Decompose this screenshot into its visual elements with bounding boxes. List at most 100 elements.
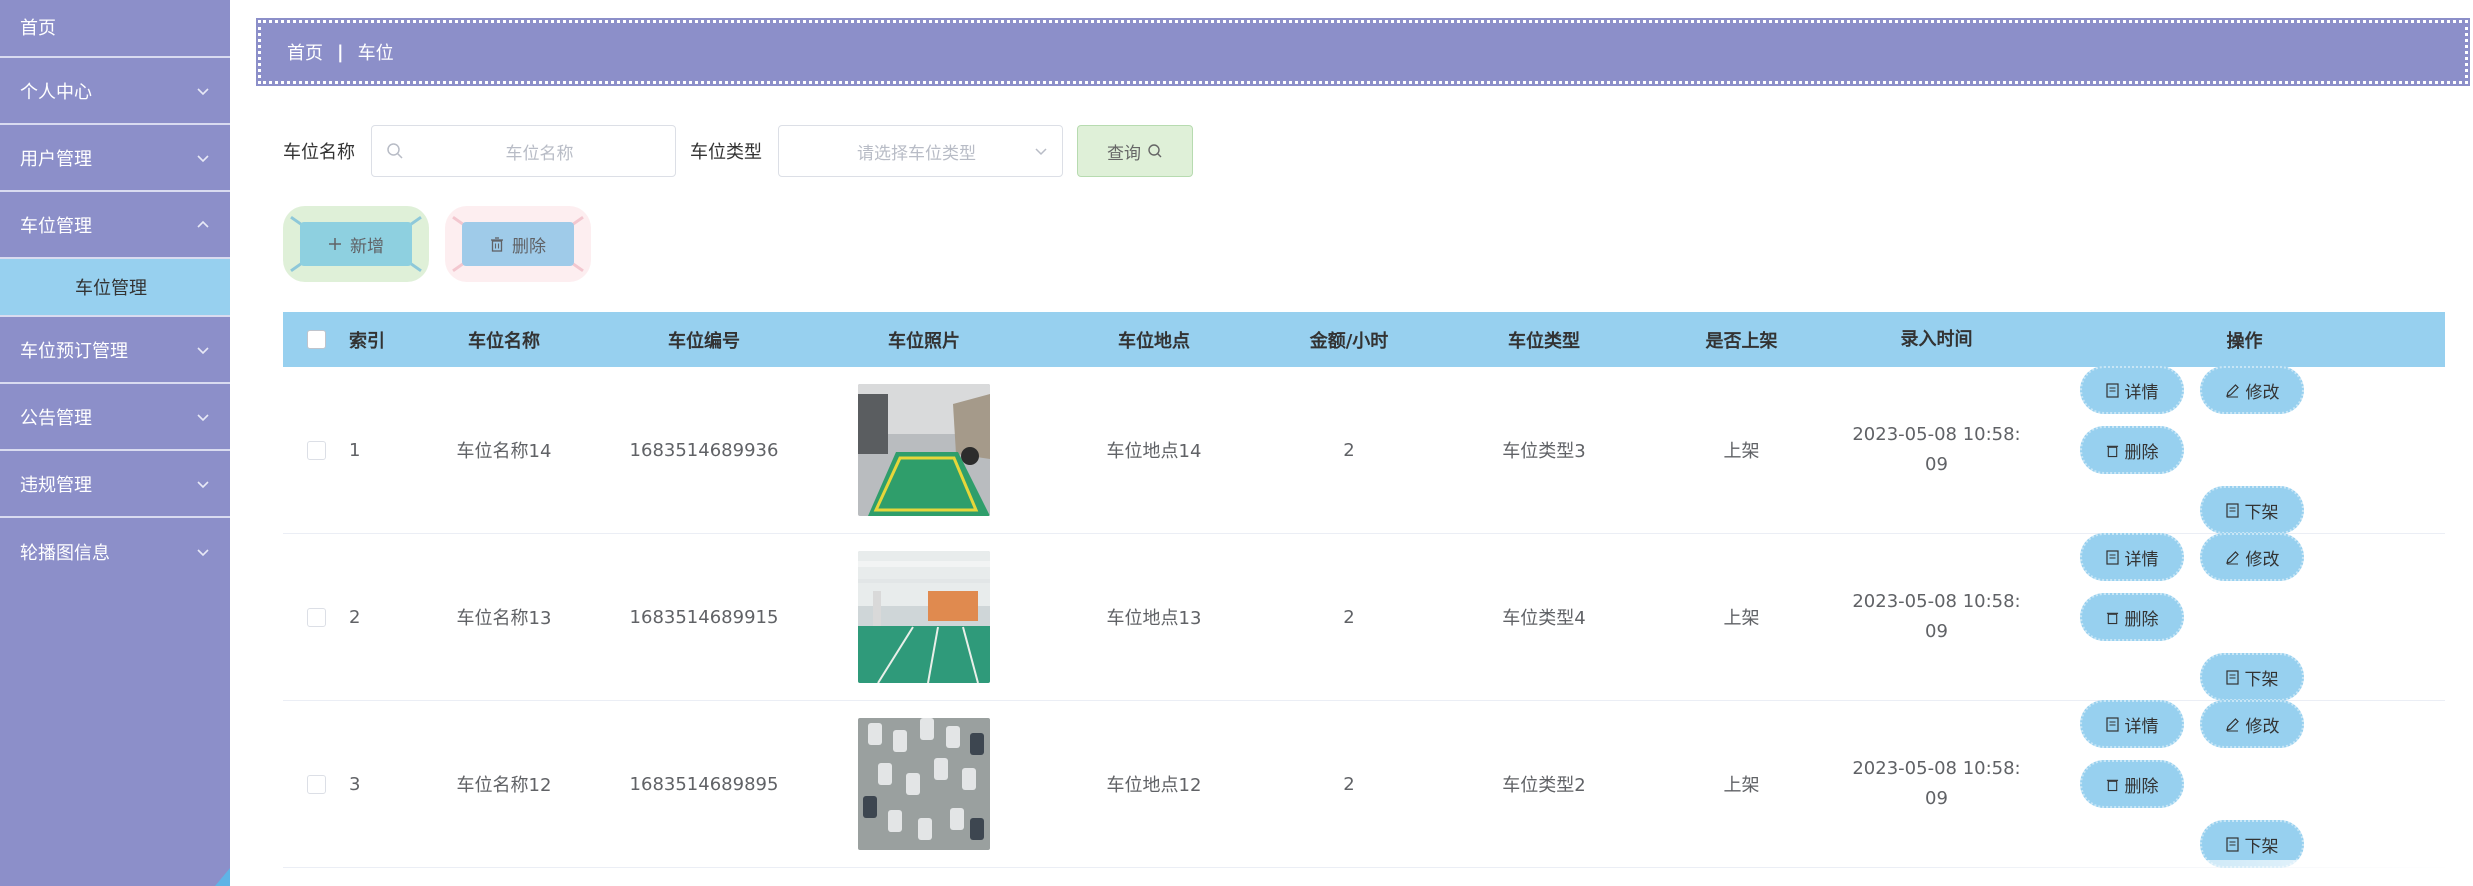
breadcrumb-current: 车位: [357, 43, 394, 64]
sidebar-item-label: 轮播图信息: [20, 542, 110, 564]
unshelf-button[interactable]: 下架: [2200, 486, 2304, 534]
parking-photo[interactable]: [858, 551, 990, 683]
bulk-delete-button[interactable]: 删除: [462, 222, 574, 266]
add-button-label: 新增: [350, 236, 384, 257]
sidebar-item-label: 公告管理: [20, 407, 92, 429]
select-all-checkbox[interactable]: [306, 330, 326, 349]
edit-button[interactable]: 修改: [2200, 533, 2304, 581]
name-search-input[interactable]: 车位名称: [371, 125, 676, 177]
detail-button[interactable]: 详情: [2080, 700, 2184, 748]
document-icon: [2105, 382, 2119, 398]
sidebar-corner-decoration: [215, 868, 230, 886]
row-checkbox-cell: [283, 440, 349, 460]
row-time-line2: 09: [1925, 621, 1948, 642]
type-select-placeholder: 请选择车位类型: [857, 143, 976, 164]
row-time: 2023-05-08 10:58: 09: [1829, 420, 2044, 480]
row-checkbox[interactable]: [306, 607, 326, 627]
header-photo: 车位照片: [888, 330, 960, 352]
row-index: 2: [349, 606, 361, 628]
sidebar-item-label: 违规管理: [20, 474, 92, 496]
detail-label: 详情: [2124, 716, 2159, 737]
row-amount: 2: [1343, 439, 1355, 461]
row-time-line1: 2023-05-08 10:58:: [1852, 758, 2021, 779]
chevron-down-icon: [197, 346, 209, 354]
edit-label: 修改: [2245, 382, 2280, 403]
sidebar-item-notice-management[interactable]: 公告管理: [0, 384, 230, 451]
header-name: 车位名称: [468, 330, 540, 352]
parking-photo[interactable]: [858, 718, 990, 850]
row-location: 车位地点12: [1106, 775, 1202, 796]
chevron-down-icon: [197, 413, 209, 421]
sidebar-item-home[interactable]: 首页: [0, 0, 230, 58]
type-select[interactable]: 请选择车位类型: [778, 125, 1063, 177]
detail-button[interactable]: 详情: [2080, 366, 2184, 414]
sidebar-item-label: 车位管理: [20, 215, 92, 237]
pencil-icon: [2225, 383, 2239, 397]
unshelf-label: 下架: [2244, 669, 2279, 690]
delete-label: 删除: [2124, 776, 2159, 797]
chevron-up-icon: [197, 220, 209, 228]
edit-button[interactable]: 修改: [2200, 366, 2304, 414]
edit-button[interactable]: 修改: [2200, 700, 2304, 748]
chevron-down-icon: [197, 87, 209, 95]
trash-icon: [2106, 612, 2118, 624]
detail-button[interactable]: 详情: [2080, 533, 2184, 581]
unshelf-button[interactable]: 下架: [2200, 653, 2304, 701]
search-bar: 车位名称 车位名称 车位类型 请选择车位类型 查询: [283, 124, 1193, 178]
delete-button[interactable]: 删除: [2080, 760, 2184, 808]
delete-button-frame: 删除: [445, 206, 591, 282]
sidebar-item-parking-management[interactable]: 车位管理: [0, 192, 230, 259]
submenu-item-parking-management[interactable]: 车位管理: [0, 259, 230, 317]
row-shelf: 上架: [1723, 608, 1760, 629]
row-checkbox-cell: [283, 774, 349, 794]
trash-icon: [2106, 779, 2118, 791]
chevron-down-icon: [197, 154, 209, 162]
row-name: 车位名称13: [456, 608, 552, 629]
header-amount: 金额/小时: [1309, 330, 1389, 352]
row-amount: 2: [1343, 606, 1355, 628]
sidebar-item-label: 车位预订管理: [20, 340, 128, 362]
row-checkbox[interactable]: [306, 774, 326, 794]
sidebar-item-label: 首页: [20, 18, 56, 39]
breadcrumb-home[interactable]: 首页: [287, 39, 323, 65]
sidebar-item-booking-management[interactable]: 车位预订管理: [0, 317, 230, 384]
pencil-icon: [2225, 717, 2239, 731]
delete-button[interactable]: 删除: [2080, 426, 2184, 474]
row-name: 车位名称14: [456, 441, 552, 462]
sidebar-item-personal-center[interactable]: 个人中心: [0, 58, 230, 125]
row-time-line2: 09: [1925, 454, 1948, 475]
parking-photo[interactable]: [858, 384, 990, 516]
row-name: 车位名称12: [456, 775, 552, 796]
unshelf-label: 下架: [2244, 502, 2279, 523]
row-amount: 2: [1343, 773, 1355, 795]
table-row: 1 车位名称14 1683514689936 车位地点14 2 车位类型3 上架…: [283, 366, 2445, 534]
row-number: 1683514689895: [629, 773, 779, 795]
chevron-down-icon: [197, 480, 209, 488]
row-location: 车位地点14: [1106, 441, 1202, 462]
row-checkbox[interactable]: [306, 440, 326, 460]
document-icon: [2225, 669, 2239, 685]
breadcrumb-separator: |: [337, 41, 344, 63]
row-checkbox-cell: [283, 607, 349, 627]
search-icon: [1148, 144, 1162, 158]
sidebar-item-violation-management[interactable]: 违规管理: [0, 451, 230, 518]
query-button-label: 查询: [1107, 143, 1141, 164]
edit-label: 修改: [2245, 716, 2280, 737]
row-shelf: 上架: [1723, 441, 1760, 462]
header-index: 索引: [349, 330, 385, 352]
sidebar-item-user-management[interactable]: 用户管理: [0, 125, 230, 192]
sidebar-item-carousel-info[interactable]: 轮播图信息: [0, 518, 230, 585]
row-type: 车位类型2: [1502, 775, 1586, 796]
pencil-icon: [2225, 550, 2239, 564]
header-operations: 操作: [2226, 330, 2263, 352]
row-index: 3: [349, 773, 361, 795]
delete-button[interactable]: 删除: [2080, 593, 2184, 641]
row-location: 车位地点13: [1106, 608, 1202, 629]
row-time-line1: 2023-05-08 10:58:: [1852, 591, 2021, 612]
submenu-item-label: 车位管理: [75, 278, 147, 299]
add-button[interactable]: 新增: [300, 222, 412, 266]
sidebar: 首页 个人中心 用户管理 车位管理 车位管理 车位预订管理 公告管理 违规管理 …: [0, 0, 230, 886]
name-search-placeholder: 车位名称: [505, 143, 574, 164]
row-shelf: 上架: [1723, 775, 1760, 796]
query-button[interactable]: 查询: [1077, 125, 1193, 177]
